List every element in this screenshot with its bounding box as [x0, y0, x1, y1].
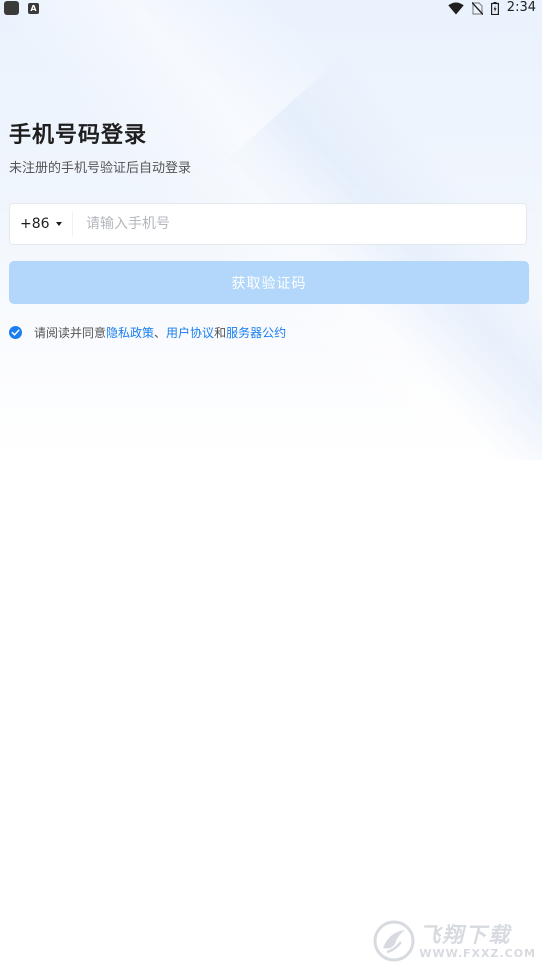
battery-icon — [490, 1, 499, 15]
caret-down-icon — [55, 222, 62, 226]
privacy-policy-link[interactable]: 隐私政策 — [106, 324, 154, 341]
watermark: 飞翔下载 WWW.FXXZ.COM — [373, 920, 536, 962]
phone-input-group: +86 — [9, 203, 527, 245]
agreement-checkbox[interactable] — [9, 326, 22, 339]
check-icon — [11, 329, 20, 336]
agreement-prefix: 请阅读并同意 — [34, 326, 107, 340]
page-subtitle: 未注册的手机号验证后自动登录 — [9, 161, 192, 176]
page-title: 手机号码登录 — [9, 123, 148, 148]
status-right-icons: 2:34 — [448, 0, 536, 16]
agreement-separator: 、 — [154, 326, 167, 340]
watermark-url: WWW.FXXZ.COM — [419, 946, 536, 960]
phone-number-input[interactable] — [73, 203, 526, 245]
a-badge-icon: A — [28, 2, 39, 14]
login-page: 手机号码登录 未注册的手机号验证后自动登录 +86 获取验证码 请阅读并同意 隐… — [0, 0, 542, 970]
app-notification-icon — [4, 1, 19, 15]
country-code-selector[interactable]: +86 — [10, 203, 70, 245]
get-verification-code-button[interactable]: 获取验证码 — [9, 261, 529, 304]
country-code-label: +86 — [20, 216, 50, 232]
watermark-logo-icon — [373, 920, 415, 962]
agreement-conjunction: 和 — [214, 326, 227, 340]
status-time: 2:34 — [506, 0, 536, 15]
watermark-title: 飞翔下载 — [419, 922, 512, 947]
agreement-row: 请阅读并同意 隐私政策 、 用户协议 和 服务器公约 — [9, 324, 286, 341]
wifi-icon — [448, 1, 464, 14]
watermark-text: 飞翔下载 WWW.FXXZ.COM — [419, 923, 536, 960]
no-sim-icon — [471, 1, 483, 15]
status-left-icons: A — [4, 1, 39, 15]
server-convention-link[interactable]: 服务器公约 — [226, 324, 286, 341]
status-bar: A 2:34 — [0, 0, 542, 16]
user-agreement-link[interactable]: 用户协议 — [166, 324, 214, 341]
